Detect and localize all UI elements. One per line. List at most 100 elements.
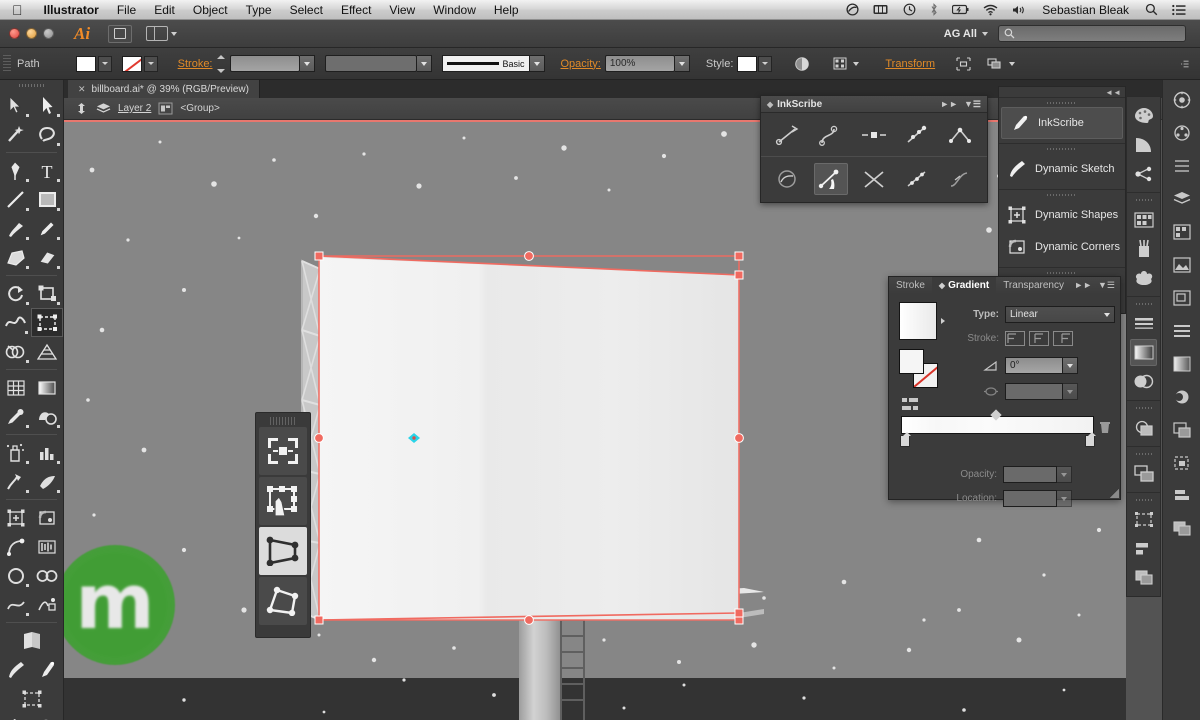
- align-icon[interactable]: [953, 54, 973, 74]
- panel-menu-icon[interactable]: ▼☰: [964, 99, 981, 110]
- panel-menu-icon[interactable]: [1180, 54, 1200, 74]
- gradient-along-stroke-button[interactable]: [1029, 331, 1049, 346]
- layers-panel-icon[interactable]: [1130, 460, 1157, 487]
- toolbar-grip[interactable]: [0, 80, 63, 91]
- dynamic-sketch-tool[interactable]: [0, 655, 32, 684]
- menu-item-window[interactable]: Window: [424, 0, 485, 20]
- stroke-weight-label[interactable]: Stroke:: [176, 58, 217, 70]
- rail-grip[interactable]: [1127, 404, 1160, 412]
- tab-transparency[interactable]: Transparency: [996, 277, 1071, 294]
- fill-swatch[interactable]: [75, 55, 96, 72]
- inkscribe-panel[interactable]: ◆ InkScribe ►► ▼☰: [760, 95, 988, 203]
- panel-resize-grip[interactable]: [1110, 489, 1119, 498]
- gradient-location-input[interactable]: [1003, 490, 1057, 507]
- graphic-styles-icon[interactable]: [1169, 351, 1195, 377]
- adobe-exchange-icon[interactable]: [1169, 87, 1195, 113]
- brushes-panel-icon[interactable]: [1130, 235, 1157, 262]
- rail-grip[interactable]: [1127, 450, 1160, 458]
- arrange-dropdown-icon[interactable]: [1009, 61, 1016, 66]
- gradient-across-stroke-button[interactable]: [1053, 331, 1073, 346]
- brush-definition-preview[interactable]: Basic: [441, 55, 530, 72]
- pathscribe-tool[interactable]: [0, 532, 32, 561]
- color-themes-icon[interactable]: [1169, 120, 1195, 146]
- menu-item-view[interactable]: View: [380, 0, 424, 20]
- window-minimize-button[interactable]: [26, 28, 37, 39]
- opacity-input[interactable]: 100%: [604, 55, 675, 72]
- navigate-back-icon[interactable]: [74, 102, 89, 116]
- color-guide-icon[interactable]: [1130, 131, 1157, 158]
- go-to-bridge-button[interactable]: [108, 24, 133, 43]
- rail-grip[interactable]: [1127, 196, 1160, 204]
- menu-item-illustrator[interactable]: Illustrator: [35, 0, 108, 20]
- swatch-libraries-icon[interactable]: [1169, 219, 1195, 245]
- palette-grip[interactable]: [270, 417, 296, 425]
- gradient-panel[interactable]: Stroke ◆ Gradient Transparency ►► ▼☰ Typ…: [888, 276, 1121, 507]
- color-panel-icon[interactable]: [1130, 102, 1157, 129]
- stroke-weight-dropdown[interactable]: [299, 55, 315, 72]
- collapse-panels-icon[interactable]: ◄◄: [999, 87, 1125, 97]
- menu-item-type[interactable]: Type: [237, 0, 281, 20]
- shape-builder-tool[interactable]: [0, 337, 32, 366]
- stroke-swatch[interactable]: [121, 55, 142, 72]
- gradient-presets-dropdown-icon[interactable]: [941, 318, 945, 324]
- rubber-band-icon[interactable]: [771, 163, 805, 195]
- opacity-mask-icon[interactable]: [792, 54, 812, 74]
- free-distort-corner-button[interactable]: [259, 577, 307, 625]
- fill-dropdown-button[interactable]: [97, 55, 112, 72]
- smart-remove-icon[interactable]: [900, 163, 934, 195]
- blob-brush-tool[interactable]: [0, 243, 32, 272]
- stroke-weight-input[interactable]: [229, 55, 300, 72]
- artboards-panel-icon[interactable]: [1130, 506, 1157, 533]
- gradient-panel-icon[interactable]: [1130, 339, 1157, 366]
- widthscribe-tool[interactable]: [32, 532, 64, 561]
- stroke-dropdown-button[interactable]: [143, 55, 158, 72]
- perspective-tool-palette[interactable]: [255, 412, 311, 638]
- menu-item-effect[interactable]: Effect: [332, 0, 380, 20]
- layer-name-label[interactable]: Layer 2: [118, 103, 151, 114]
- menu-item-select[interactable]: Select: [281, 0, 332, 20]
- battery-meter-icon[interactable]: [867, 4, 895, 15]
- type-tool[interactable]: T: [32, 156, 64, 185]
- pathfinder-panel-icon[interactable]: [1130, 564, 1157, 591]
- menu-item-object[interactable]: Object: [184, 0, 237, 20]
- panel-grip[interactable]: [999, 190, 1125, 199]
- artboard-tool[interactable]: [0, 467, 32, 496]
- selection-tool[interactable]: [0, 91, 32, 120]
- free-distort-button[interactable]: [259, 477, 307, 525]
- menu-item-help[interactable]: Help: [485, 0, 528, 20]
- free-transform-bounds-button[interactable]: [259, 427, 307, 475]
- eraser-tool[interactable]: [32, 243, 64, 272]
- window-close-button[interactable]: [9, 28, 20, 39]
- tab-gradient[interactable]: ◆ Gradient: [931, 277, 997, 294]
- gradient-fill-proxy[interactable]: [899, 349, 924, 374]
- align-icon[interactable]: [1169, 384, 1195, 410]
- rectangle-tool[interactable]: [32, 185, 64, 214]
- variable-width-dropdown[interactable]: [416, 55, 432, 72]
- menu-bar-username[interactable]: Sebastian Bleak: [1034, 3, 1137, 17]
- dynamic-shapes-tool[interactable]: [0, 503, 32, 532]
- zoom-tool[interactable]: [32, 713, 64, 720]
- gradient-opacity-dropdown[interactable]: [1057, 466, 1072, 483]
- symbols-library-icon[interactable]: [1130, 264, 1157, 291]
- add-anchor-icon[interactable]: [900, 119, 934, 151]
- gradient-within-stroke-button[interactable]: [1005, 331, 1025, 346]
- panel-collapse-icon[interactable]: ◆: [767, 100, 773, 109]
- pencil-tool[interactable]: [32, 214, 64, 243]
- panel-grip[interactable]: [999, 98, 1125, 107]
- gradient-preview-swatch[interactable]: [899, 302, 937, 340]
- help-search-input[interactable]: [998, 25, 1186, 42]
- brush-dropdown[interactable]: [529, 55, 545, 72]
- gradient-aspect-dropdown[interactable]: [1063, 383, 1078, 400]
- layers-icon[interactable]: [96, 102, 111, 116]
- scale-tool[interactable]: [32, 279, 64, 308]
- notification-center-icon[interactable]: [1166, 4, 1192, 16]
- gradient-opacity-input[interactable]: [1003, 466, 1057, 483]
- magic-wand-tool[interactable]: [0, 120, 32, 149]
- inkscribe-panel-header[interactable]: ◆ InkScribe ►► ▼☰: [761, 96, 987, 113]
- power-icon[interactable]: [946, 4, 975, 15]
- opacity-dropdown[interactable]: [674, 55, 690, 72]
- wifi-icon[interactable]: [977, 4, 1004, 16]
- dropbox-icon[interactable]: [840, 3, 865, 16]
- draw-curve-icon[interactable]: [814, 119, 848, 151]
- stroke-weight-stepper[interactable]: [216, 54, 227, 73]
